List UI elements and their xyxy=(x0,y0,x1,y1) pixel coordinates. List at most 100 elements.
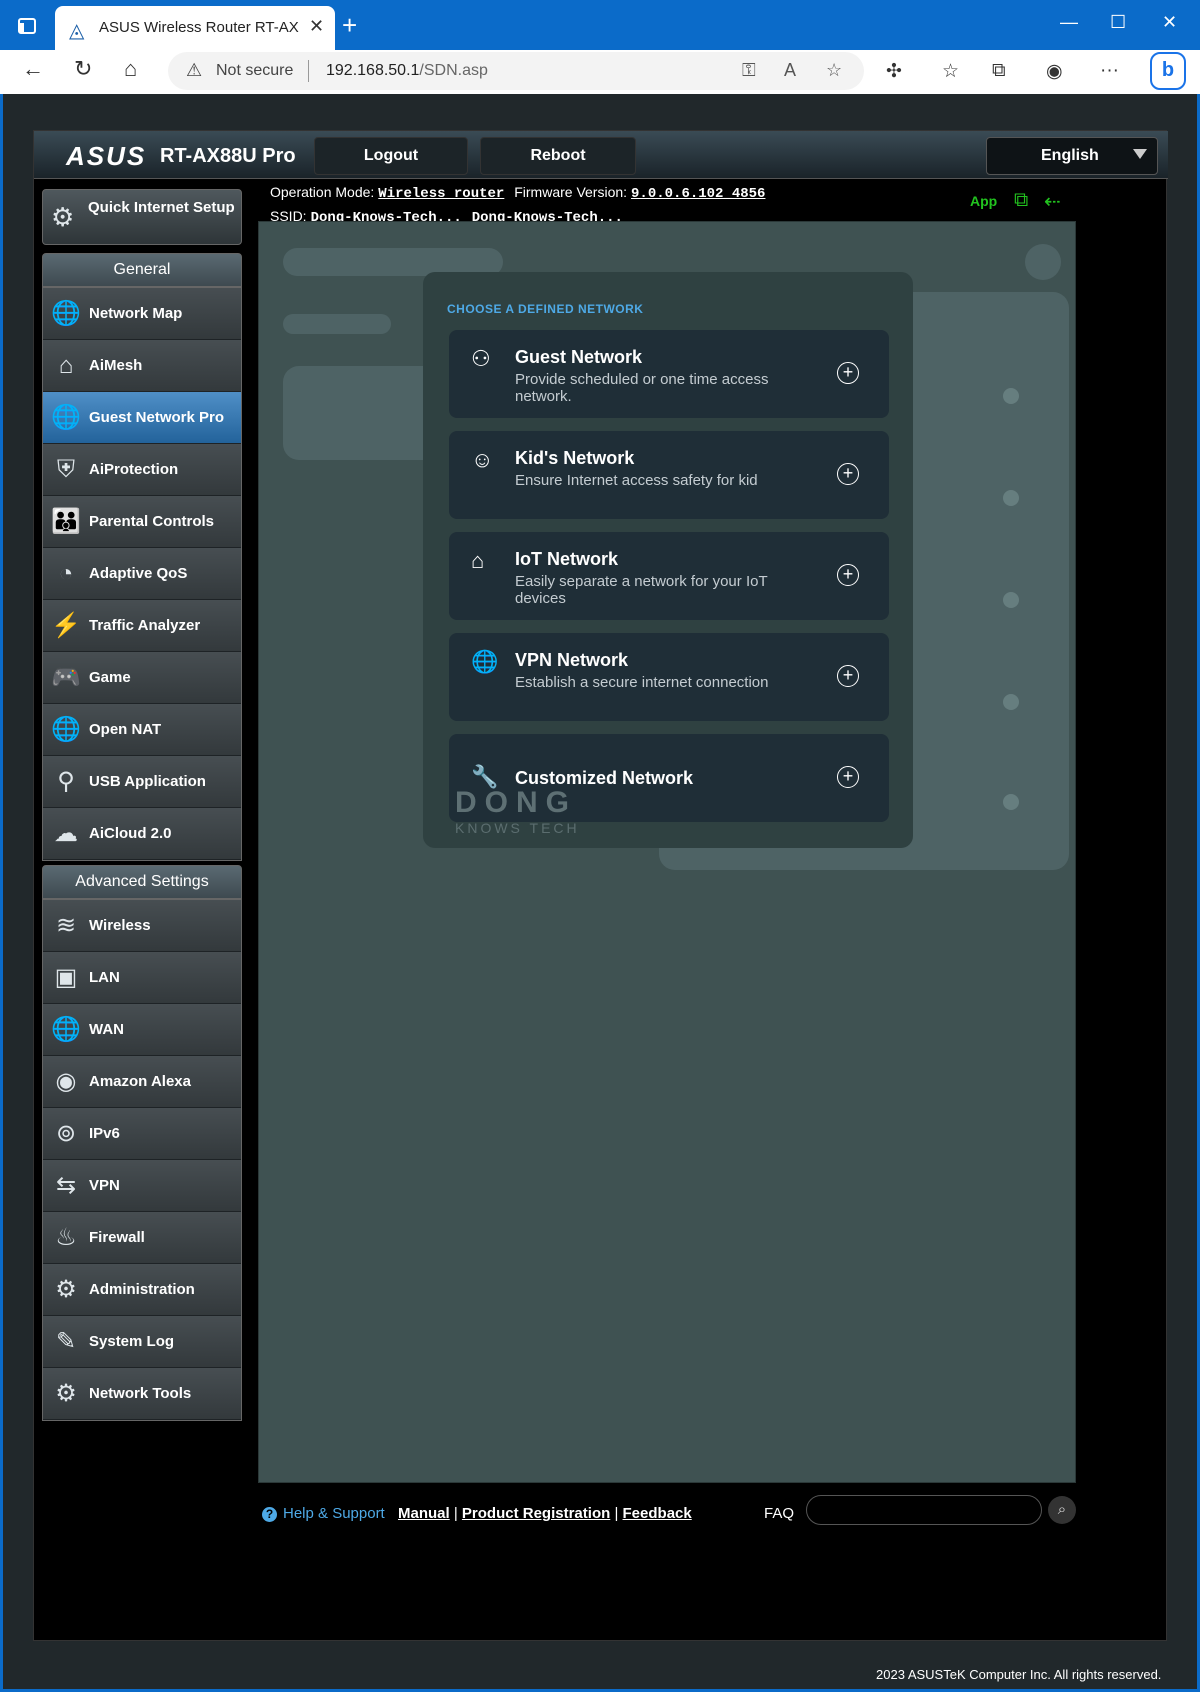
address-bar[interactable]: ⚠ Not secure 192.168.50.1/SDN.asp ⚿ A ☆ xyxy=(168,52,864,90)
key-icon[interactable]: ⚿ xyxy=(742,60,756,81)
sidebar-item-network-tools[interactable]: ⚙ Network Tools xyxy=(43,1368,241,1420)
browser-window: ◬ ASUS Wireless Router RT-AX88U Pro ✕ + … xyxy=(0,0,1200,1692)
sidebar-item-network-map[interactable]: 🌐 Network Map xyxy=(43,288,241,340)
extension-app-icon[interactable]: ◉ xyxy=(1046,60,1063,83)
sidebar-item-firewall[interactable]: ♨ Firewall xyxy=(43,1212,241,1264)
quick-internet-setup-button[interactable]: ⚙ Quick Internet Setup xyxy=(42,189,242,245)
read-aloud-icon[interactable]: A xyxy=(784,60,796,81)
browser-tab[interactable]: ◬ ASUS Wireless Router RT-AX88U Pro ✕ xyxy=(55,6,335,50)
router-header: ASUS RT-AX88U Pro Logout Reboot English xyxy=(34,131,1168,179)
network-option-guest-network[interactable]: ⚇ Guest Network Provide scheduled or one t… xyxy=(449,330,889,418)
minimize-icon[interactable]: — xyxy=(1060,12,1078,33)
sidebar-item-aicloud-2-0[interactable]: ☁ AiCloud 2.0 xyxy=(43,808,241,860)
watermark-text: DONG xyxy=(455,786,577,819)
blurred-icon xyxy=(1025,244,1061,280)
sidebar-item-aimesh[interactable]: ⌂ AiMesh xyxy=(43,340,241,392)
search-icon[interactable]: ⌕ xyxy=(1048,1496,1076,1524)
firmware-link[interactable]: 9.0.0.6.102_4856 xyxy=(631,186,765,202)
lan-icon: ▣ xyxy=(54,964,78,991)
cloud-icon: ☁ xyxy=(54,820,78,847)
add-circle-icon[interactable]: + xyxy=(837,766,859,788)
sidebar-item-usb-application[interactable]: ⚲ USB Application xyxy=(43,756,241,808)
network-option-kid-s-network[interactable]: ☺ Kid's Network Ensure Internet access saf… xyxy=(449,431,889,519)
sidebar-item-adaptive-qos[interactable]: ◔ Adaptive QoS xyxy=(43,548,241,600)
sidebar-item-amazon-alexa[interactable]: ◉ Amazon Alexa xyxy=(43,1056,241,1108)
language-select[interactable]: English xyxy=(986,137,1158,175)
choose-network-dialog: CHOOSE A DEFINED NETWORK ⚇ Guest Network P… xyxy=(423,272,913,848)
toolbar: ← ↻ ⌂ ⚠ Not secure 192.168.50.1/SDN.asp … xyxy=(0,50,1200,94)
network-option-description: Ensure Internet access safety for kid xyxy=(515,472,758,489)
tab-title: ASUS Wireless Router RT-AX88U Pro xyxy=(99,19,299,36)
main-panel: CHOOSE A DEFINED NETWORK ⚇ Guest Network P… xyxy=(258,221,1076,1483)
sidebar-item-wan[interactable]: 🌐 WAN xyxy=(43,1004,241,1056)
sidebar-item-open-nat[interactable]: 🌐 Open NAT xyxy=(43,704,241,756)
reboot-button[interactable]: Reboot xyxy=(480,137,636,175)
add-circle-icon[interactable]: + xyxy=(837,463,859,485)
refresh-icon[interactable]: ↻ xyxy=(74,56,92,82)
sidebar-item-administration[interactable]: ⚙ Administration xyxy=(43,1264,241,1316)
network-option-title: IoT Network xyxy=(515,549,619,569)
blurred-dot xyxy=(1003,388,1019,404)
sidebar-item-game[interactable]: 🎮 Game xyxy=(43,652,241,704)
usb-icon: ⚲ xyxy=(57,768,75,795)
nat-globe-icon: 🌐 xyxy=(51,716,81,743)
network-option-vpn-network[interactable]: 🌐 VPN Network Establish a secure internet … xyxy=(449,633,889,721)
op-mode-link[interactable]: Wireless router xyxy=(378,186,504,202)
network-status-icon[interactable]: ⧉ xyxy=(1014,189,1028,212)
watermark-subtext: KNOWS TECH xyxy=(455,820,580,836)
add-favorite-icon[interactable]: ☆ xyxy=(826,60,842,81)
sidebar-item-label: LAN xyxy=(89,969,120,986)
manual-link[interactable]: Manual xyxy=(398,1505,450,1522)
copyright: 2023 ASUSTeK Computer Inc. All rights re… xyxy=(876,1667,1162,1682)
help-support-link[interactable]: ? Help & Support xyxy=(262,1505,385,1522)
back-icon[interactable]: ← xyxy=(22,56,44,82)
network-option-description: Establish a secure internet connection xyxy=(515,674,769,691)
globe-map-icon: 🌐 xyxy=(51,300,81,327)
sidebar-item-ipv6[interactable]: ⊚ IPv6 xyxy=(43,1108,241,1160)
admin-gear-icon: ⚙ xyxy=(55,1276,77,1303)
footer-links: Manual | Product Registration | Feedback xyxy=(398,1505,692,1522)
blurred-dot xyxy=(1003,592,1019,608)
advanced-menu: ≋ Wireless ▣ LAN 🌐 WAN ◉ Amazon Alexa ⊚ IPv6 ⇆ VPN ♨… xyxy=(42,899,242,1421)
blurred-subtitle xyxy=(283,314,391,334)
add-circle-icon[interactable]: + xyxy=(837,362,859,384)
faq-search-input[interactable] xyxy=(806,1495,1042,1525)
feedback-link[interactable]: Feedback xyxy=(623,1505,692,1522)
tab-actions-icon[interactable] xyxy=(18,18,36,34)
maximize-icon[interactable]: ☐ xyxy=(1110,12,1126,33)
sidebar-item-label: Firewall xyxy=(89,1229,145,1246)
network-option-iot-network[interactable]: ⌂ IoT Network Easily separate a network fo… xyxy=(449,532,889,620)
sidebar-item-lan[interactable]: ▣ LAN xyxy=(43,952,241,1004)
bing-icon[interactable]: b xyxy=(1150,52,1186,90)
sidebar-item-traffic-analyzer[interactable]: ⚡ Traffic Analyzer xyxy=(43,600,241,652)
extensions-icon[interactable]: ✣ xyxy=(886,60,902,83)
add-circle-icon[interactable]: + xyxy=(837,564,859,586)
op-mode-label: Operation Mode: xyxy=(270,184,375,200)
new-tab-icon[interactable]: + xyxy=(342,10,357,41)
sidebar-item-vpn[interactable]: ⇆ VPN xyxy=(43,1160,241,1212)
general-menu: 🌐 Network Map ⌂ AiMesh 🌐 Guest Network Pro ⛨ Ai… xyxy=(42,287,242,861)
sidebar-item-system-log[interactable]: ✎ System Log xyxy=(43,1316,241,1368)
sidebar-item-label: Parental Controls xyxy=(89,513,215,530)
app-link[interactable]: App xyxy=(970,193,997,209)
add-circle-icon[interactable]: + xyxy=(837,665,859,687)
network-option-title: VPN Network xyxy=(515,650,629,670)
usb-status-icon[interactable]: ⇠ xyxy=(1044,189,1061,214)
security-label[interactable]: Not secure xyxy=(216,62,293,80)
logout-button[interactable]: Logout xyxy=(314,137,468,175)
favorites-icon[interactable]: ☆ xyxy=(942,60,959,83)
sidebar-item-label: Game xyxy=(89,669,131,686)
sidebar-item-aiprotection[interactable]: ⛨ AiProtection xyxy=(43,444,241,496)
url-text[interactable]: 192.168.50.1/SDN.asp xyxy=(326,62,488,80)
collections-icon[interactable]: ⧉ xyxy=(992,60,1006,82)
sidebar-item-wireless[interactable]: ≋ Wireless xyxy=(43,900,241,952)
home-icon[interactable]: ⌂ xyxy=(124,56,137,82)
sidebar-item-parental-controls[interactable]: 👪 Parental Controls xyxy=(43,496,241,548)
vpn-icon: ⇆ xyxy=(55,1172,77,1199)
sidebar-item-guest-network-pro[interactable]: 🌐 Guest Network Pro xyxy=(43,392,241,444)
close-window-icon[interactable]: ✕ xyxy=(1162,12,1177,33)
product-registration-link[interactable]: Product Registration xyxy=(462,1505,610,1522)
more-menu-icon[interactable]: ··· xyxy=(1100,60,1119,82)
sidebar-item-label: IPv6 xyxy=(89,1125,120,1142)
close-tab-icon[interactable]: ✕ xyxy=(309,16,324,37)
